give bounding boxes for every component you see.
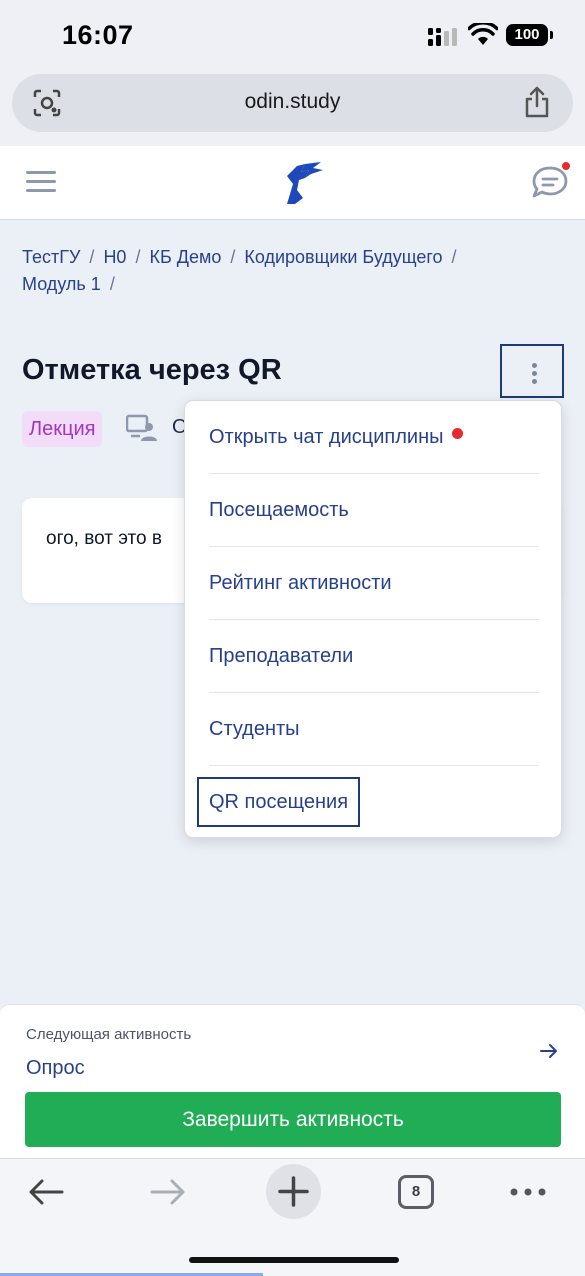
status-time: 16:07 — [62, 20, 134, 50]
browser-address-area: odin.study — [0, 72, 585, 146]
menu-item-label: Открыть чат дисциплины — [209, 426, 444, 448]
battery-indicator: 100 — [506, 24, 553, 46]
breadcrumb-item[interactable]: Н0 — [103, 247, 126, 267]
content-text: ого, вот это в — [46, 528, 162, 549]
breadcrumb-item[interactable]: Кодировщики Будущего — [244, 247, 442, 267]
hamburger-icon[interactable] — [26, 171, 56, 193]
browser-toolbar: 8 — [0, 1158, 585, 1276]
next-activity-link[interactable]: Опрос — [26, 1057, 85, 1080]
menu-item-label: Рейтинг активности — [209, 572, 392, 594]
address-bar[interactable]: odin.study — [12, 74, 573, 132]
breadcrumb-item[interactable]: ТестГУ — [22, 247, 80, 267]
menu-item-label: Студенты — [209, 718, 300, 740]
plus-icon — [278, 1176, 309, 1207]
new-tab-button[interactable] — [266, 1164, 321, 1219]
activity-type-badge: Лекция — [22, 411, 103, 447]
menu-item-attendance[interactable]: Посещаемость — [209, 474, 539, 547]
menu-item-activity-rating[interactable]: Рейтинг активности — [209, 547, 539, 620]
tab-switcher-button[interactable]: 8 — [398, 1175, 434, 1209]
menu-item-students[interactable]: Студенты — [209, 693, 539, 766]
status-bar: 16:07 100 — [0, 0, 585, 72]
more-dots-icon[interactable] — [510, 1188, 546, 1196]
menu-item-label: QR посещения — [197, 777, 361, 827]
odin-logo[interactable] — [275, 160, 325, 206]
forward-arrow-icon[interactable] — [150, 1179, 186, 1205]
menu-item-teachers[interactable]: Преподаватели — [209, 620, 539, 693]
more-options-button[interactable] — [500, 344, 564, 398]
options-dropdown: Открыть чат дисциплины Посещаемость Рейт… — [184, 400, 562, 838]
menu-item-label: Преподаватели — [209, 645, 354, 667]
menu-item-qr-attendance[interactable]: QR посещения — [197, 766, 539, 839]
notification-dot — [452, 428, 464, 439]
share-icon[interactable] — [523, 85, 551, 119]
online-lesson-icon — [126, 414, 157, 441]
back-arrow-icon[interactable] — [28, 1179, 64, 1205]
next-activity-caption: Следующая активность — [26, 1026, 192, 1043]
breadcrumb: ТестГУ / Н0/КБ Демо / Кодировщики Будущего / М… — [22, 247, 457, 294]
cellular-signal-icon — [428, 28, 457, 46]
url-text[interactable]: odin.study — [12, 90, 573, 114]
menu-item-open-chat[interactable]: Открыть чат дисциплины — [209, 401, 539, 474]
finish-activity-button[interactable]: Завершить активность — [25, 1092, 561, 1147]
breadcrumb-item[interactable]: КБ Демо — [149, 247, 221, 267]
home-indicator — [189, 1257, 399, 1263]
wifi-icon — [468, 23, 498, 45]
next-activity-panel: Следующая активность Опрос Завершить акт… — [0, 1004, 585, 1158]
site-header — [0, 146, 585, 220]
menu-item-label: Посещаемость — [209, 499, 349, 521]
breadcrumb-item[interactable]: Модуль 1 — [22, 274, 101, 294]
notification-dot — [560, 160, 572, 172]
arrow-right-icon[interactable] — [540, 1043, 558, 1059]
page-title: Отметка через QR — [22, 354, 282, 386]
